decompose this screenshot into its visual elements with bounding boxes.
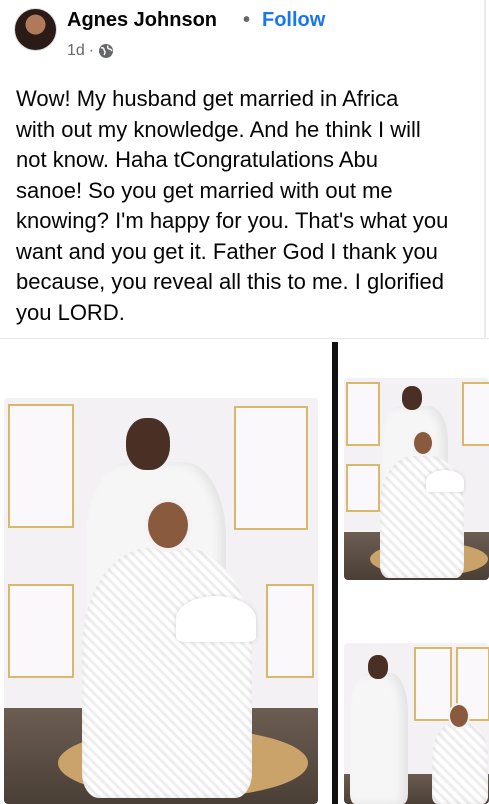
author-name[interactable]: Agnes Johnson [67,9,217,32]
feed-border [484,0,486,338]
wedding-photo-top-right[interactable] [344,378,489,580]
post-meta: 1d · [67,42,114,60]
post-text: Wow! My husband get married in Africa wi… [16,86,449,325]
meta-separator: · [88,42,95,59]
wedding-photo-bottom-right[interactable] [344,643,489,804]
author-avatar[interactable] [14,8,57,51]
globe-icon [99,44,114,58]
separator-dot: • [243,9,251,31]
photo-separator [332,342,338,804]
wedding-photo-main[interactable] [4,398,318,804]
post-time[interactable]: 1d [67,42,85,60]
post-divider [0,338,489,339]
follow-button[interactable]: Follow [262,9,325,32]
post-header: Agnes Johnson • Follow 1d · [0,0,489,72]
